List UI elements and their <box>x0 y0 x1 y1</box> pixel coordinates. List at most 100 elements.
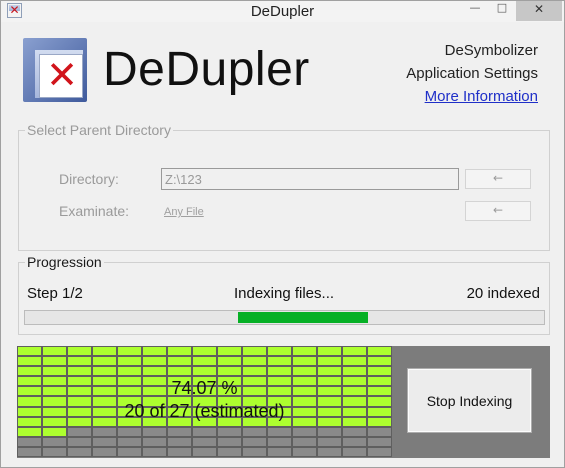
progress-cell <box>267 346 292 357</box>
stop-indexing-button[interactable]: Stop Indexing <box>407 368 532 433</box>
progress-cell <box>317 346 342 357</box>
progress-cell <box>142 366 167 377</box>
progress-cell <box>167 366 192 377</box>
progress-bar <box>24 310 545 325</box>
progress-cell <box>267 436 292 447</box>
progress-cell <box>42 426 67 437</box>
progress-cell <box>67 366 92 377</box>
progress-cell <box>292 366 317 377</box>
progression-group: Progression Step 1/2 Indexing files... 2… <box>18 254 550 335</box>
progress-cell <box>92 426 117 437</box>
progress-cell <box>67 346 92 357</box>
progress-cell <box>367 426 392 437</box>
progress-cell <box>92 366 117 377</box>
progress-cell <box>342 346 367 357</box>
progress-cell <box>167 436 192 447</box>
progress-cell <box>92 446 117 458</box>
progress-cell <box>192 436 217 447</box>
progress-cell <box>17 426 42 437</box>
progress-cell <box>217 446 242 458</box>
progress-cell <box>167 426 192 437</box>
progress-cell <box>142 346 167 357</box>
progress-cell <box>267 426 292 437</box>
progress-cell <box>317 356 342 367</box>
progress-cell <box>117 446 142 458</box>
progress-cell <box>142 446 167 458</box>
progress-cell <box>367 346 392 357</box>
progress-cell <box>242 436 267 447</box>
progress-cell <box>342 366 367 377</box>
progress-cell <box>267 356 292 367</box>
progress-cell <box>242 346 267 357</box>
progress-cell <box>217 366 242 377</box>
progress-cell <box>192 426 217 437</box>
maximize-button[interactable]: □ <box>489 1 515 21</box>
progress-cell <box>67 356 92 367</box>
progress-cell <box>42 366 67 377</box>
progress-cell <box>92 436 117 447</box>
progress-cell <box>17 436 42 447</box>
progress-cell <box>167 346 192 357</box>
progress-cell <box>192 346 217 357</box>
progress-cell <box>292 346 317 357</box>
progress-cell <box>367 356 392 367</box>
progress-cell <box>117 426 142 437</box>
progress-cell <box>192 356 217 367</box>
title-bar: ✕ DeDupler — □ ✕ <box>1 1 564 22</box>
progress-cell <box>217 356 242 367</box>
progress-cell <box>192 446 217 458</box>
progress-cell <box>117 366 142 377</box>
application-settings-link[interactable]: Application Settings <box>406 65 538 82</box>
progress-cell <box>367 436 392 447</box>
more-information-link[interactable]: More Information <box>425 88 538 105</box>
group-title: Select Parent Directory <box>25 122 173 138</box>
progress-cell <box>317 436 342 447</box>
progress-cell <box>142 356 167 367</box>
close-button[interactable]: ✕ <box>516 1 562 21</box>
progress-cell <box>117 356 142 367</box>
progress-cell <box>242 446 267 458</box>
percent-complete: 74.07 % <box>171 378 238 398</box>
progress-cell <box>242 356 267 367</box>
progress-cell <box>167 446 192 458</box>
group-title: Progression <box>25 254 104 270</box>
desymbolizer-link[interactable]: DeSymbolizer <box>445 42 538 59</box>
progress-cell <box>367 366 392 377</box>
progress-cell <box>67 426 92 437</box>
directory-input[interactable] <box>161 168 459 190</box>
progress-cell <box>192 366 217 377</box>
progress-cell <box>142 426 167 437</box>
main-window: ✕ DeDupler — □ ✕ ✕ DeDupler DeSymbolizer… <box>0 0 565 468</box>
red-x-document-icon: ✕ <box>23 38 87 102</box>
progress-cell <box>117 436 142 447</box>
indexed-count: 20 indexed <box>466 285 540 302</box>
progress-cell <box>242 426 267 437</box>
directory-browse-button[interactable]: ← <box>465 169 531 189</box>
examinate-filter-link[interactable]: Any File <box>164 206 204 218</box>
progress-cell <box>317 446 342 458</box>
progress-cell <box>42 446 67 458</box>
progress-cell <box>217 426 242 437</box>
progress-cell <box>267 366 292 377</box>
progress-cell <box>67 436 92 447</box>
progress-cell <box>292 436 317 447</box>
progress-cell <box>217 346 242 357</box>
progress-cell <box>17 366 42 377</box>
progress-cell <box>342 436 367 447</box>
progress-cell <box>142 436 167 447</box>
progress-bar-fill <box>237 312 368 323</box>
progress-cell <box>342 356 367 367</box>
progress-cell <box>117 346 142 357</box>
progress-cell <box>42 436 67 447</box>
app-name: DeDupler <box>103 43 310 96</box>
minimize-button[interactable]: — <box>462 1 488 21</box>
progress-cell <box>42 346 67 357</box>
progress-cell <box>342 446 367 458</box>
progress-cell <box>17 346 42 357</box>
progress-cell <box>292 426 317 437</box>
indexing-grid-panel: 74.07 % 20 of 27 (estimated) Stop Indexi… <box>17 346 550 458</box>
directory-label: Directory: <box>59 171 119 187</box>
progress-cell <box>367 446 392 458</box>
examinate-browse-button[interactable]: ← <box>465 201 531 221</box>
progress-cell <box>267 446 292 458</box>
